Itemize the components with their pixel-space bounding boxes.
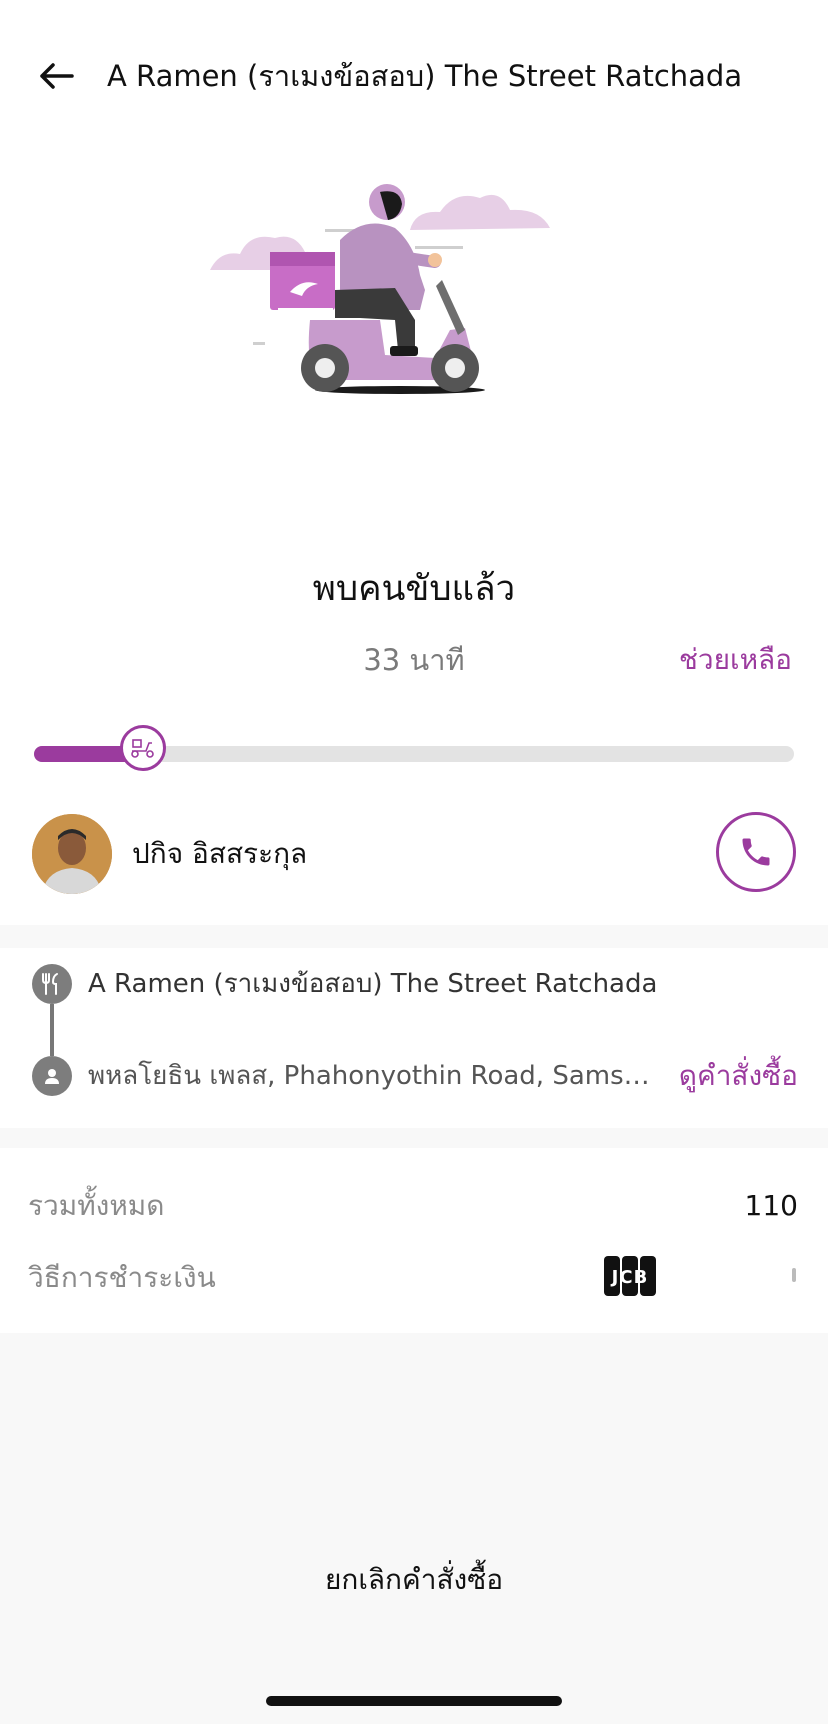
back-button[interactable] xyxy=(32,54,80,98)
status-title: พบคนขับแล้ว xyxy=(312,569,516,609)
rider-on-scooter-illustration xyxy=(210,184,550,394)
view-order-link[interactable]: ดูคำสั่งซื้อ xyxy=(679,1056,798,1096)
call-driver-button[interactable] xyxy=(716,812,796,892)
payment-summary: รวมทั้งหมด 110 วิธีการชำระเงิน JCB xyxy=(0,1148,828,1333)
cancel-order-button[interactable]: ยกเลิกคำสั่งซื้อ xyxy=(0,1556,828,1604)
total-value: 110 xyxy=(744,1189,798,1222)
jcb-card-icon: JCB xyxy=(604,1256,656,1296)
arrow-left-icon xyxy=(40,63,74,89)
pickup-address: A Ramen (ราเมงข้อสอบ) The Street Ratchad… xyxy=(88,969,658,999)
help-link[interactable]: ช่วยเหลือ xyxy=(679,640,792,680)
restaurant-icon xyxy=(32,964,72,1004)
payment-detail-marker xyxy=(792,1268,796,1282)
payment-method-label: วิธีการชำระเงิน xyxy=(28,1261,216,1294)
route-connector xyxy=(50,1004,54,1056)
scooter-icon xyxy=(131,739,155,758)
driver-info: ปกิจ อิสสระกุล xyxy=(0,810,828,900)
total-label: รวมทั้งหมด xyxy=(28,1189,165,1222)
driver-name: ปกิจ อิสสระกุล xyxy=(132,837,308,870)
phone-icon xyxy=(742,838,770,866)
svg-text:JCB: JCB xyxy=(610,1267,649,1288)
customer-icon xyxy=(32,1056,72,1096)
home-indicator xyxy=(266,1696,562,1706)
delivery-progress-bar xyxy=(34,725,794,771)
route-section: A Ramen (ราเมงข้อสอบ) The Street Ratchad… xyxy=(0,948,828,1128)
progress-indicator xyxy=(120,725,167,771)
page-title: A Ramen (ราเมงข้อสอบ) The Street Ratchad… xyxy=(107,59,743,93)
avatar xyxy=(32,814,112,894)
order-status-panel: A Ramen (ราเมงข้อสอบ) The Street Ratchad… xyxy=(0,0,828,925)
app-header: A Ramen (ราเมงข้อสอบ) The Street Ratchad… xyxy=(0,40,828,110)
dropoff-address: พหลโยธิน เพลส, Phahonyothin Road, Samse.… xyxy=(88,1061,658,1091)
